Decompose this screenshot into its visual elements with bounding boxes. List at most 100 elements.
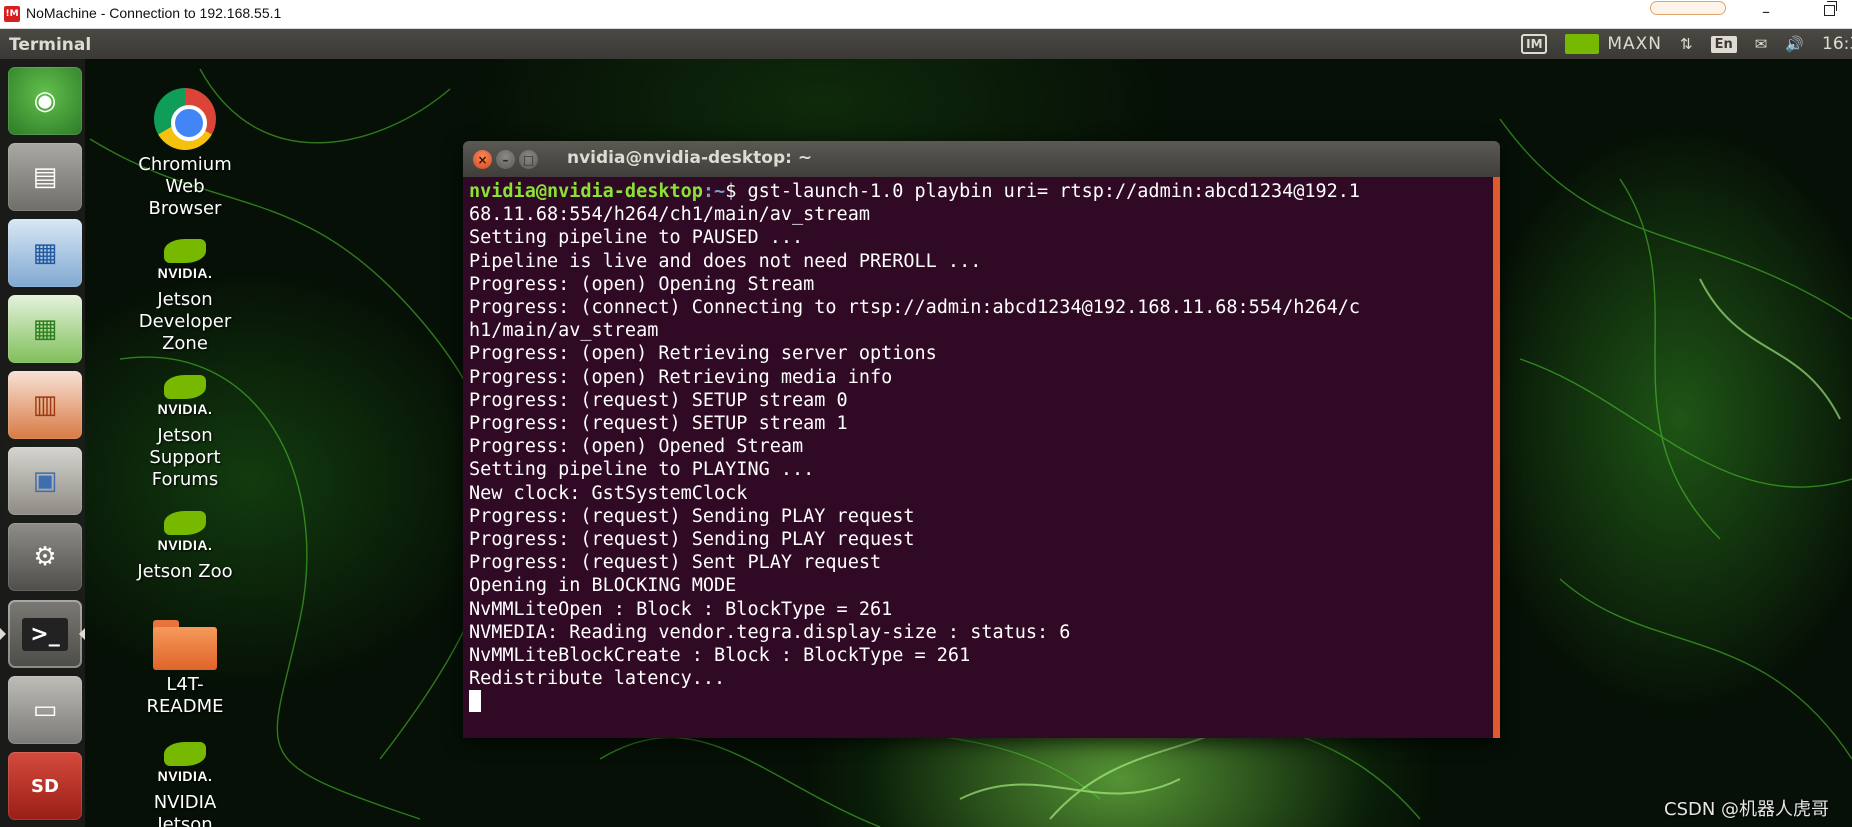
- launcher-drive[interactable]: ▭: [8, 676, 82, 744]
- desktop-icon-label: Chromium Web Browser: [138, 154, 232, 219]
- active-indicator-left: [0, 628, 6, 640]
- maximize-icon: □: [522, 152, 535, 167]
- launcher-ubuntu-dash[interactable]: ◉: [8, 67, 82, 135]
- writer-document-icon: ▦: [32, 238, 58, 268]
- nvidia-logo-icon: NVIDIA.: [153, 239, 217, 285]
- launcher-writer[interactable]: ▦: [8, 219, 82, 287]
- terminal-cursor: [469, 690, 481, 713]
- mail-icon[interactable]: ✉: [1755, 35, 1768, 53]
- terminal-line: Progress: (request) SETUP stream 0: [469, 389, 848, 411]
- terminal-lines: 68.11.68:554/h264/ch1/main/av_stream Sett…: [469, 203, 1486, 690]
- volume-icon[interactable]: 🔊: [1785, 35, 1804, 53]
- terminal-line: Pipeline is live and does not need PRERO…: [469, 250, 982, 272]
- terminal-line: h1/main/av_stream: [469, 320, 659, 342]
- terminal-line: New clock: GstSystemClock: [469, 482, 748, 504]
- terminal-line: Progress: (open) Opening Stream: [469, 273, 815, 295]
- terminal-line: Progress: (request) Sent PLAY request: [469, 552, 882, 574]
- clock[interactable]: 16:3: [1822, 34, 1852, 54]
- prompt-command: gst-launch-1.0 playbin uri= rtsp://admin…: [747, 181, 1361, 202]
- nvidia-logo-icon: NVIDIA.: [153, 511, 217, 557]
- terminal-line: Opening in BLOCKING MODE: [469, 575, 737, 597]
- terminal-line: Progress: (connect) Connecting to rtsp:/…: [469, 297, 1361, 319]
- nomachine-logo-icon: !M: [4, 6, 20, 22]
- nvidia-icon: [1565, 34, 1600, 54]
- panel-app-title: Terminal: [9, 35, 92, 55]
- desktop-icon-jetson-support-forums[interactable]: NVIDIA. Jetson Support Forums: [120, 375, 250, 491]
- desktop-icon-jetson-developer-zone[interactable]: NVIDIA. Jetson Developer Zone: [120, 239, 250, 355]
- drive-icon: ▭: [32, 695, 58, 725]
- file-cabinet-icon: ▤: [32, 162, 58, 192]
- terminal-line: Progress: (open) Opened Stream: [469, 436, 804, 458]
- terminal-title: nvidia@nvidia-desktop: ~: [567, 148, 813, 168]
- launcher-terminal[interactable]: >_: [8, 600, 82, 668]
- prompt-path: :~: [702, 181, 726, 202]
- launcher-software[interactable]: ▣: [8, 447, 82, 515]
- network-icon[interactable]: ⇅: [1680, 35, 1693, 53]
- desktop-icon-label: NVIDIA Jetson: [153, 792, 217, 827]
- launcher: ◉ ▤ ▦ ▦ ▥ ▣ ⚙ >_ ▭ SD: [0, 59, 85, 827]
- launcher-calc[interactable]: ▦: [8, 295, 82, 363]
- power-mode-label: MAXN: [1607, 34, 1663, 54]
- top-panel: Terminal IM MAXN ⇅ En ✉ 🔊 16:3: [0, 29, 1852, 59]
- ubuntu-logo-icon: ◉: [33, 86, 57, 116]
- terminal-line: 68.11.68:554/h264/ch1/main/av_stream: [469, 204, 870, 226]
- terminal-line: Progress: (request) Sending PLAY request: [469, 505, 915, 527]
- terminal-icon: >_: [22, 617, 68, 651]
- launcher-files[interactable]: ▤: [8, 143, 82, 211]
- watermark: CSDN @机器人虎哥: [1664, 799, 1830, 820]
- terminal-window[interactable]: × – □ nvidia@nvidia-desktop: ~ nvidia@nv…: [463, 141, 1500, 738]
- gear-wrench-icon: ⚙: [33, 542, 57, 572]
- nomachine-menu-handle[interactable]: [1650, 1, 1726, 15]
- maximize-window-button[interactable]: □: [519, 150, 538, 169]
- shopping-bag-icon: ▣: [32, 466, 58, 496]
- terminal-line: Setting pipeline to PAUSED ...: [469, 227, 804, 249]
- desktop-icon-label: Jetson Support Forums: [149, 425, 221, 490]
- desktop-icon-chromium[interactable]: Chromium Web Browser: [120, 88, 250, 220]
- chromium-icon: [154, 88, 216, 150]
- terminal-line: NVMEDIA: Reading vendor.tegra.display-si…: [469, 621, 1071, 643]
- spreadsheet-icon: ▦: [32, 314, 58, 344]
- folder-icon: [153, 620, 217, 670]
- terminal-prompt-line: nvidia@nvidia-desktop:~$ gst-launch-1.0 …: [469, 181, 1360, 202]
- terminal-scrollbar[interactable]: [1493, 177, 1500, 738]
- desktop-icon-label: Jetson Developer Zone: [138, 289, 232, 354]
- presentation-icon: ▥: [32, 390, 58, 420]
- terminal-output[interactable]: nvidia@nvidia-desktop:~$ gst-launch-1.0 …: [466, 177, 1486, 738]
- terminal-line: NvMMLiteBlockCreate : Block : BlockType …: [469, 645, 971, 667]
- close-button[interactable]: ×: [473, 150, 492, 169]
- desktop: ◉ ▤ ▦ ▦ ▥ ▣ ⚙ >_ ▭ SD Chromium Web Brows…: [0, 59, 1852, 827]
- terminal-line: Progress: (request) SETUP stream 1: [469, 413, 848, 435]
- active-indicator-right: [79, 628, 85, 640]
- desktop-icon-label: Jetson Zoo: [137, 561, 233, 582]
- desktop-icon-label: L4T- README: [146, 674, 224, 717]
- minimize-window-button[interactable]: –: [496, 150, 515, 169]
- sd-card-icon: SD: [31, 775, 59, 797]
- launcher-sd-card[interactable]: SD: [8, 752, 82, 820]
- panel-indicators: IM MAXN ⇅ En ✉ 🔊 16:3: [1521, 29, 1852, 59]
- terminal-line: Progress: (request) Sending PLAY request: [469, 529, 915, 551]
- input-method-icon[interactable]: IM: [1521, 34, 1548, 54]
- prompt-symbol: $: [725, 181, 748, 202]
- terminal-line: Progress: (open) Retrieving media info: [469, 366, 893, 388]
- terminal-line: NvMMLiteOpen : Block : BlockType = 261: [469, 598, 893, 620]
- nvidia-logo-icon: NVIDIA.: [153, 375, 217, 421]
- nomachine-window-title: NoMachine - Connection to 192.168.55.1: [26, 5, 282, 21]
- prompt-user: nvidia@nvidia-desktop: [469, 181, 703, 202]
- terminal-line: Setting pipeline to PLAYING ...: [469, 459, 815, 481]
- close-icon: ×: [477, 152, 488, 167]
- restore-button[interactable]: [1824, 1, 1837, 16]
- terminal-line: Redistribute latency...: [469, 668, 726, 690]
- minimize-button[interactable]: –: [1762, 2, 1770, 21]
- launcher-impress[interactable]: ▥: [8, 371, 82, 439]
- launcher-settings[interactable]: ⚙: [8, 523, 82, 591]
- nomachine-titlebar: !M NoMachine - Connection to 192.168.55.…: [0, 0, 1852, 29]
- keyboard-layout-indicator[interactable]: En: [1710, 35, 1737, 53]
- nvidia-power-mode-indicator[interactable]: MAXN: [1565, 34, 1662, 54]
- terminal-titlebar[interactable]: × – □ nvidia@nvidia-desktop: ~: [463, 141, 1500, 177]
- terminal-line: Progress: (open) Retrieving server optio…: [469, 343, 937, 365]
- desktop-icon-nvidia-jetson[interactable]: NVIDIA. NVIDIA Jetson: [120, 742, 250, 827]
- minimize-icon: –: [502, 152, 509, 167]
- desktop-icon-l4t-readme[interactable]: L4T- README: [120, 620, 250, 718]
- nvidia-logo-icon: NVIDIA.: [153, 742, 217, 788]
- desktop-icon-jetson-zoo[interactable]: NVIDIA. Jetson Zoo: [120, 511, 250, 583]
